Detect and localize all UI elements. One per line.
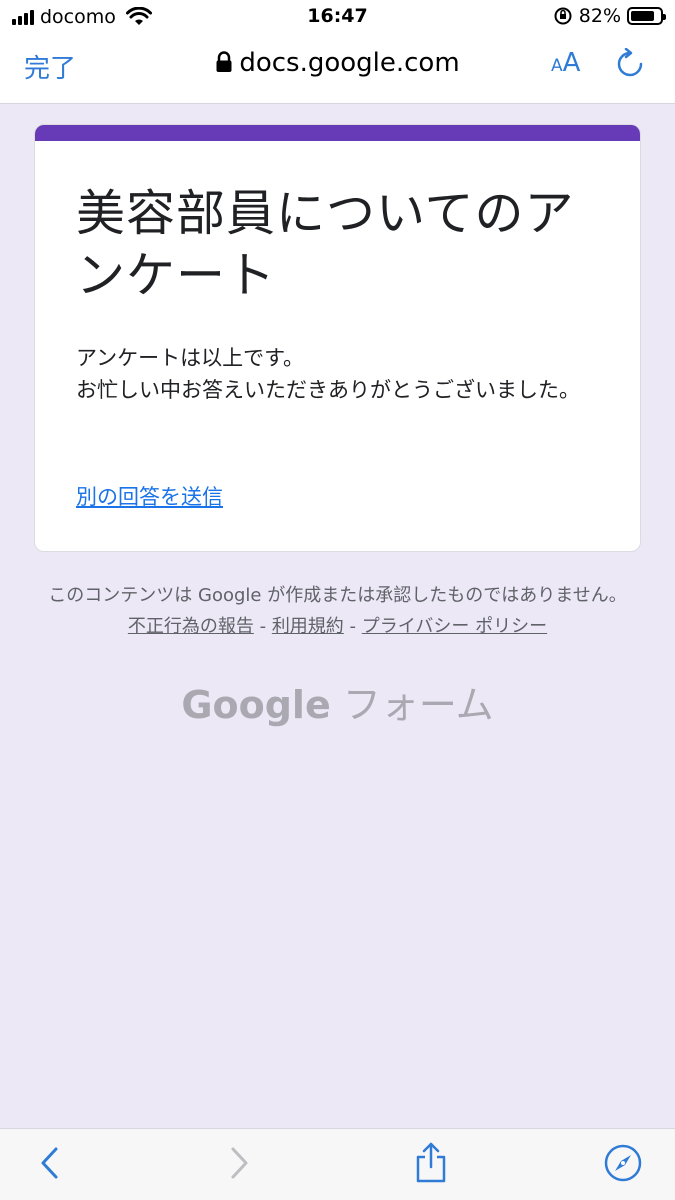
- battery-percent: 82%: [578, 5, 621, 27]
- report-abuse-link[interactable]: 不正行為の報告: [128, 616, 254, 637]
- status-right: 82%: [553, 5, 666, 27]
- separator: -: [349, 616, 357, 637]
- rotation-lock-icon: [554, 7, 572, 25]
- lock-icon: [216, 51, 232, 72]
- url-text: docs.google.com: [239, 48, 460, 78]
- form-card: 美容部員についてのアンケート アンケートは以上です。 お忙しい中お答えいただきあ…: [34, 124, 641, 552]
- battery-icon: [627, 7, 666, 25]
- share-icon: [416, 1142, 446, 1183]
- reload-button[interactable]: [614, 47, 646, 84]
- battery-fill: [631, 11, 654, 21]
- logo-google-text: Google: [181, 683, 331, 727]
- aa-small-label: A: [551, 56, 563, 76]
- bookmarks-button[interactable]: [603, 1143, 643, 1187]
- reload-icon: [617, 47, 643, 77]
- separator: -: [259, 616, 267, 637]
- privacy-policy-link[interactable]: プライバシー ポリシー: [362, 616, 547, 637]
- compass-icon: [604, 1144, 642, 1182]
- disclaimer-text: このコンテンツは Google が作成または承認したものではありません。: [48, 585, 627, 606]
- confirmation-message: アンケートは以上です。 お忙しい中お答えいただきありがとうございました。: [76, 342, 616, 406]
- status-bar: docomo 16:47 82%: [0, 0, 675, 34]
- submit-another-response-link[interactable]: 別の回答を送信: [76, 481, 223, 511]
- text-size-button[interactable]: AA: [551, 48, 580, 78]
- message-line-1: アンケートは以上です。: [76, 346, 305, 370]
- aa-large-label: A: [562, 48, 581, 78]
- share-button[interactable]: [413, 1141, 449, 1187]
- forward-button[interactable]: [225, 1145, 253, 1185]
- back-button[interactable]: [36, 1145, 64, 1185]
- google-forms-logo: Google フォーム: [0, 674, 675, 729]
- message-line-2: お忙しい中お答えいただきありがとうございました。: [76, 378, 580, 402]
- form-title: 美容部員についてのアンケート: [76, 185, 575, 304]
- bottom-toolbar: [0, 1128, 675, 1200]
- footer-disclaimer: このコンテンツは Google が作成または承認したものではありません。 不正行…: [40, 580, 635, 642]
- chevron-right-icon: [231, 1147, 248, 1179]
- terms-link[interactable]: 利用規約: [272, 616, 344, 637]
- logo-forms-text: フォーム: [342, 683, 494, 727]
- browser-toolbar: 完了 docs.google.com AA: [0, 34, 675, 104]
- card-accent-bar: [35, 125, 640, 141]
- chevron-left-icon: [41, 1147, 58, 1179]
